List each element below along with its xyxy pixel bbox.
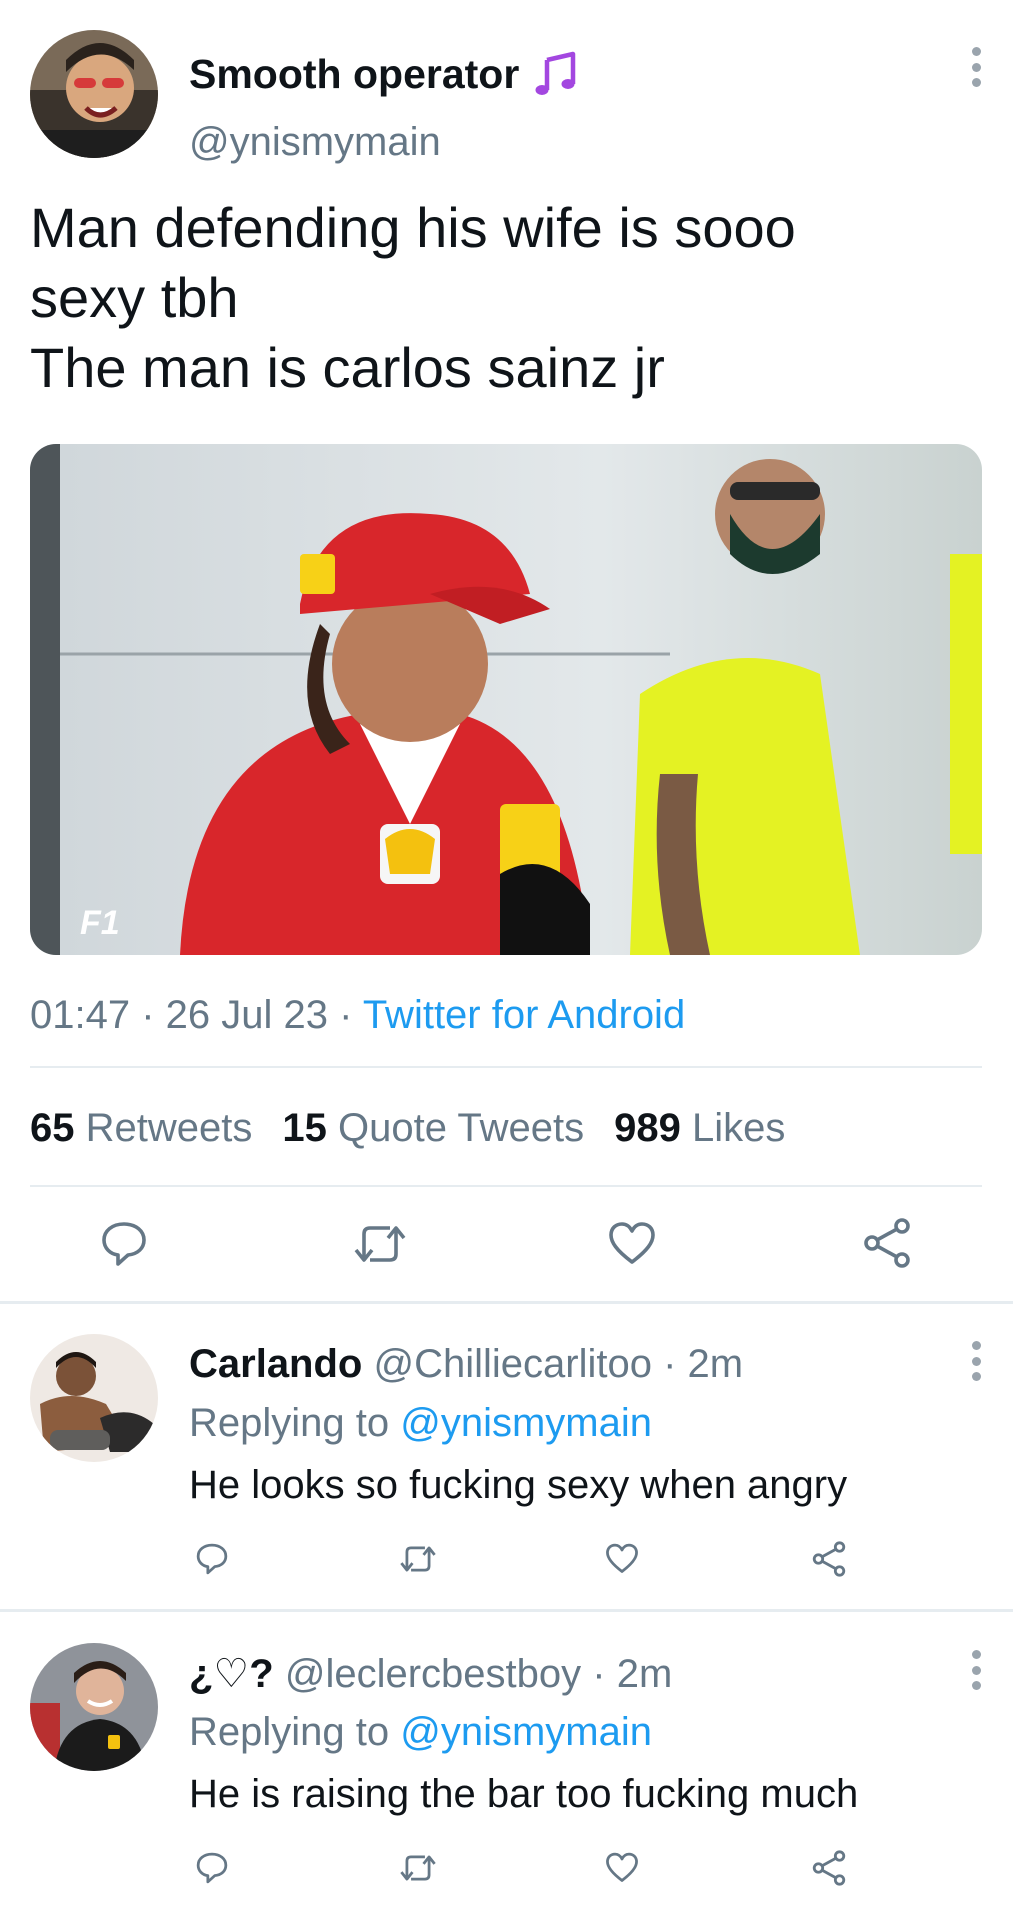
reply-separator: ·	[581, 1652, 617, 1696]
main-display-name[interactable]: Smooth operator	[189, 50, 581, 98]
reply-display-name[interactable]: Carlando	[189, 1342, 362, 1386]
reply-handle[interactable]: @Chilliecarlitoo	[373, 1342, 651, 1386]
more-options-icon[interactable]	[969, 1341, 983, 1381]
reply-text: He is raising the bar too fucking much	[189, 1772, 859, 1816]
share-icon[interactable]	[810, 1540, 848, 1578]
retweets-count: 65	[30, 1106, 75, 1150]
section-divider	[0, 1301, 1013, 1304]
reply-avatar[interactable]	[30, 1334, 158, 1462]
meta-separator: ·	[328, 993, 363, 1037]
section-divider	[0, 1609, 1013, 1612]
tweet-meta: 01:47 · 26 Jul 23 · Twitter for Android	[30, 993, 685, 1038]
heart-icon[interactable]	[606, 1218, 658, 1270]
f1-logo: F1	[80, 904, 120, 942]
heart-icon[interactable]	[604, 1850, 640, 1886]
reply-time: 2m	[687, 1342, 744, 1386]
tweet-text-line-2: sexy tbh	[30, 266, 239, 329]
main-handle[interactable]: @ynismymain	[189, 120, 441, 165]
music-note-icon	[533, 50, 581, 98]
reply-text: He looks so fucking sexy when angry	[189, 1463, 848, 1507]
divider	[30, 1185, 982, 1187]
reply-header: Carlando @Chilliecarlitoo · 2m	[189, 1342, 743, 1387]
replying-to: Replying to @ynismymain	[189, 1710, 652, 1755]
tweet-time: 01:47	[30, 993, 131, 1037]
replying-to-handle[interactable]: @ynismymain	[400, 1401, 652, 1445]
tweet-source-link[interactable]: Twitter for Android	[363, 993, 685, 1037]
replying-prefix: Replying to	[189, 1401, 390, 1445]
retweet-icon[interactable]	[352, 1218, 408, 1270]
share-icon[interactable]	[810, 1849, 848, 1887]
reply-header: ¿♡? @leclercbestboy · 2m	[189, 1651, 672, 1697]
replying-prefix: Replying to	[189, 1710, 390, 1754]
replying-to: Replying to @ynismymain	[189, 1401, 652, 1446]
heart-icon[interactable]	[604, 1541, 640, 1577]
reply-separator: ·	[651, 1342, 688, 1386]
quotes-count: 15	[282, 1106, 327, 1150]
tweet-date: 26 Jul 23	[165, 993, 328, 1037]
likes-count: 989	[614, 1106, 681, 1150]
likes-label: Likes	[691, 1106, 786, 1150]
reply-avatar[interactable]	[30, 1643, 158, 1771]
retweets-stat[interactable]: 65 Retweets	[30, 1106, 252, 1150]
tweet-text-line-1: Man defending his wife is sooo	[30, 196, 796, 259]
share-icon[interactable]	[860, 1216, 914, 1270]
meta-separator: ·	[130, 993, 166, 1037]
tweet-text-line-3: The man is carlos sainz jr	[30, 336, 665, 399]
reply-time: 2m	[616, 1652, 673, 1696]
reply-icon[interactable]	[98, 1218, 150, 1270]
tweet-media-image[interactable]: F1	[30, 444, 982, 955]
retweet-icon[interactable]	[398, 1850, 438, 1886]
likes-stat[interactable]: 989 Likes	[614, 1106, 785, 1150]
quotes-label: Quote Tweets	[338, 1106, 585, 1150]
divider	[30, 1066, 982, 1068]
more-options-icon[interactable]	[969, 1650, 983, 1690]
reply-handle[interactable]: @leclercbestboy	[285, 1652, 581, 1696]
retweets-label: Retweets	[85, 1106, 253, 1150]
main-avatar[interactable]	[30, 30, 158, 158]
reply-icon[interactable]	[194, 1541, 230, 1577]
more-options-icon[interactable]	[969, 47, 983, 87]
retweet-icon[interactable]	[398, 1541, 438, 1577]
tweet-stats: 65 Retweets 15 Quote Tweets 989 Likes	[30, 1106, 785, 1151]
quote-tweets-stat[interactable]: 15 Quote Tweets	[282, 1106, 584, 1150]
reply-icon[interactable]	[194, 1850, 230, 1886]
reply-display-name[interactable]: ¿♡?	[189, 1652, 274, 1696]
display-name-text: Smooth operator	[189, 50, 520, 97]
replying-to-handle[interactable]: @ynismymain	[400, 1710, 652, 1754]
